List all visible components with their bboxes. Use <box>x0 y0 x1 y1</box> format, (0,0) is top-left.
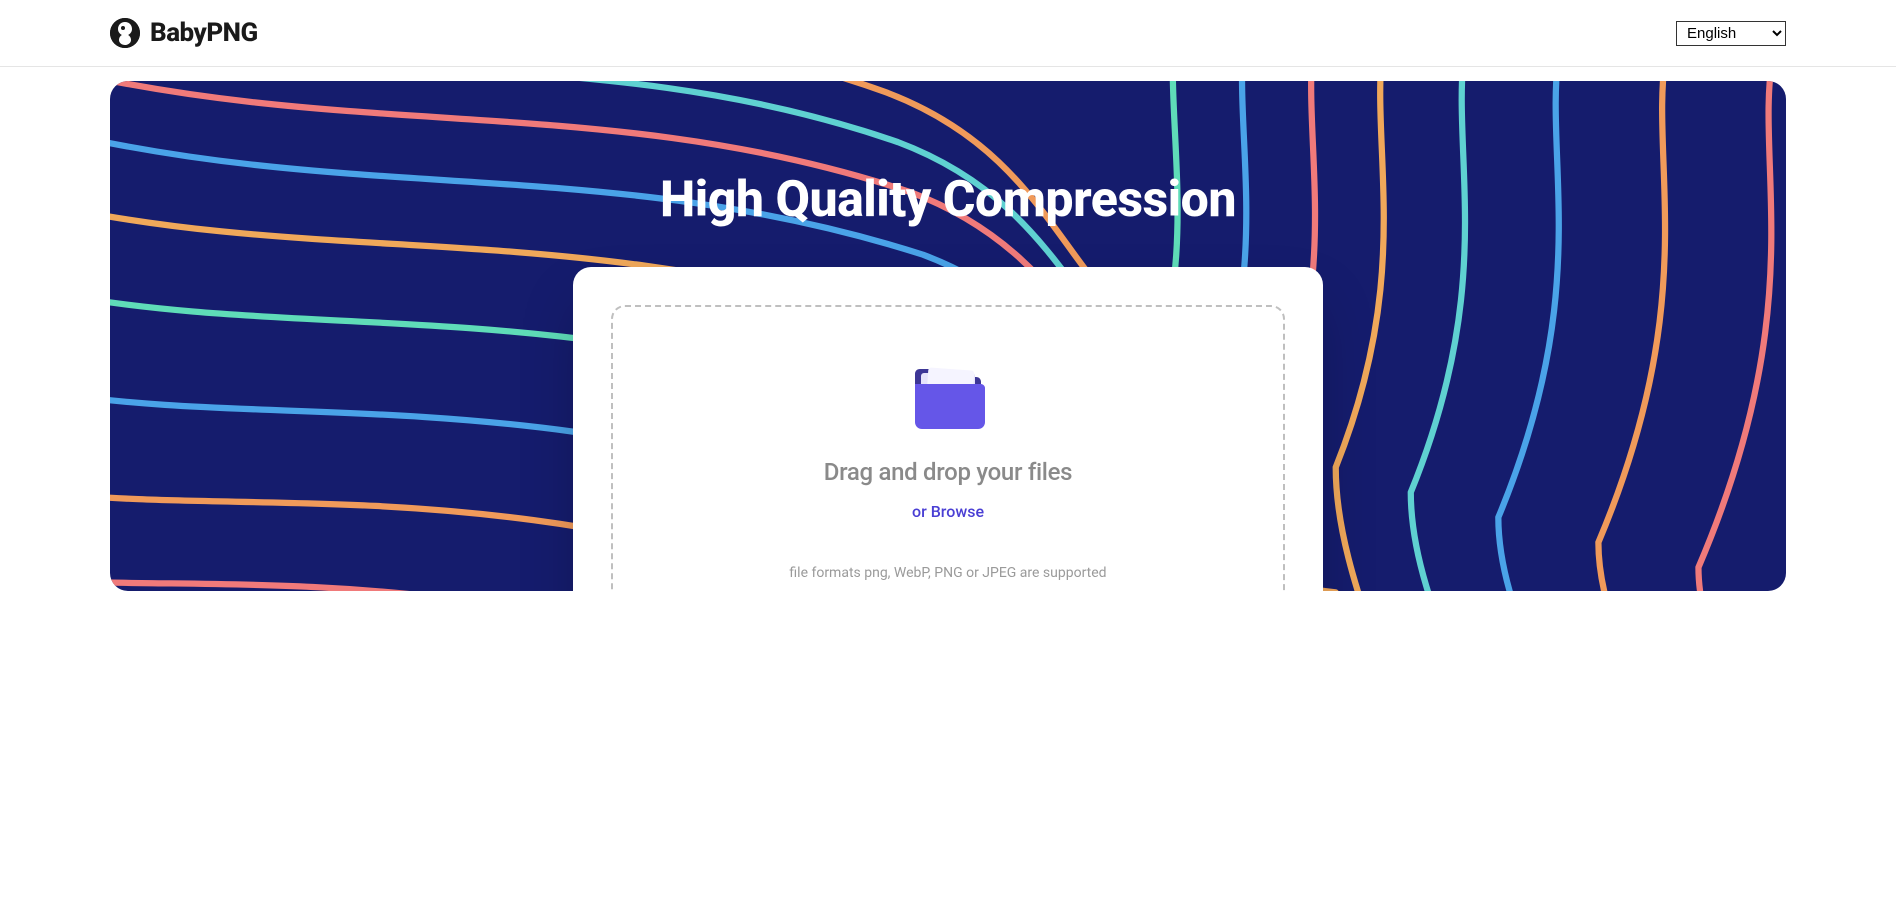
drop-instruction-text: Drag and drop your files <box>633 458 1263 486</box>
brand-name: BabyPNG <box>150 18 258 48</box>
browse-link[interactable]: or Browse <box>912 502 984 521</box>
upload-card: Drag and drop your files or Browse file … <box>573 267 1323 591</box>
file-drop-zone[interactable]: Drag and drop your files or Browse file … <box>611 305 1285 591</box>
brand-logo[interactable]: BabyPNG <box>110 18 258 48</box>
hero-title: High Quality Compression <box>110 81 1786 229</box>
language-select[interactable]: English <box>1676 21 1786 46</box>
hero-section-wrap: High Quality Compression Drag and drop y… <box>0 67 1896 591</box>
app-header: BabyPNG English <box>0 0 1896 67</box>
hero-section: High Quality Compression Drag and drop y… <box>110 81 1786 591</box>
folder-icon <box>911 362 985 430</box>
brand-icon <box>110 18 140 48</box>
supported-formats-text: file formats png, WebP, PNG or JPEG are … <box>633 565 1263 581</box>
